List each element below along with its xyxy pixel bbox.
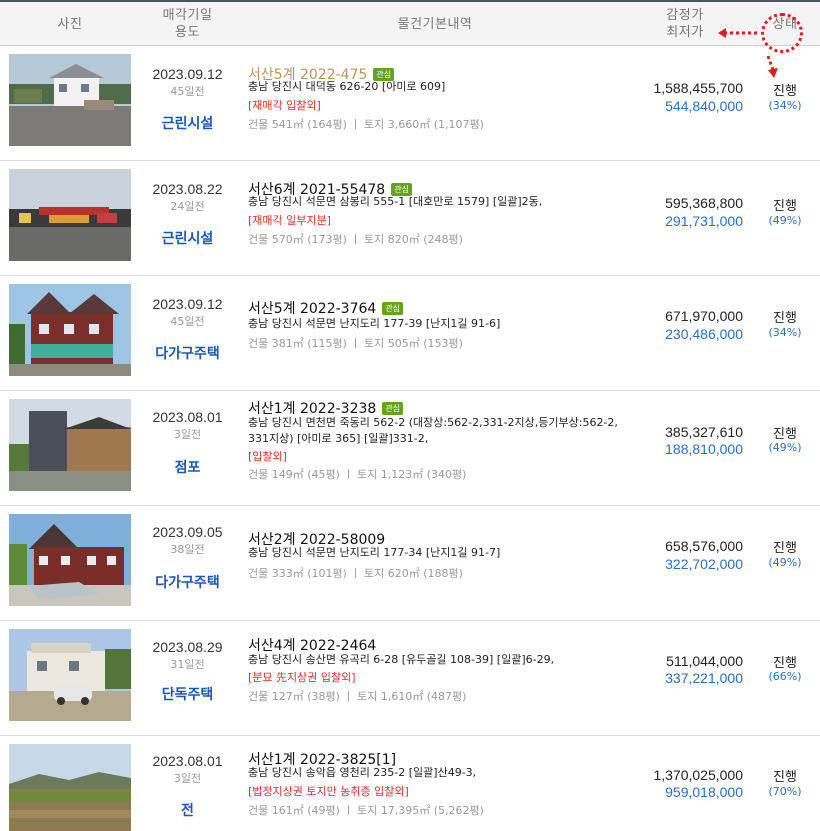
- days-ago: 3일전: [173, 428, 202, 441]
- header-price[interactable]: 감정가 최저가: [635, 2, 735, 46]
- header-usage-label: 용도: [175, 25, 200, 40]
- price-ratio: (49%): [768, 214, 802, 227]
- price-ratio: (70%): [768, 785, 802, 798]
- header-info: 물건기본내역: [397, 16, 473, 32]
- status-label: 진행: [773, 84, 797, 99]
- header-appraised-label: 감정가: [666, 8, 704, 23]
- days-ago: 45일전: [170, 315, 205, 328]
- days-ago: 31일전: [170, 658, 205, 671]
- listing-row[interactable]: 2023.08.01 3일전 점포 서산1계 2022-3238 관심 충남 당진…: [0, 391, 820, 506]
- area-info: 건물 161㎡ (49평) ㅣ 토지 17,395㎡ (5,262평): [248, 804, 484, 817]
- address: 충남 당진시 대덕동 626-20 [아미로 609]: [248, 80, 446, 93]
- minimum-price: 322,702,000: [665, 556, 743, 572]
- sale-date: 2023.08.29: [152, 639, 223, 655]
- property-photo[interactable]: [9, 54, 131, 146]
- sale-date: 2023.09.05: [152, 524, 223, 540]
- price-ratio: (49%): [768, 556, 802, 569]
- interest-tag[interactable]: 관심: [382, 302, 404, 315]
- special-notes: [재매각 일부지분]: [248, 214, 331, 227]
- special-notes: [분묘 先지상권 입찰외]: [248, 671, 356, 684]
- interest-tag[interactable]: 관심: [382, 402, 404, 415]
- area-info: 건물 570㎡ (173평) ㅣ 토지 820㎡ (248평): [248, 233, 463, 246]
- header-date-label: 매각기일: [162, 8, 213, 23]
- usage-type[interactable]: 근린시설: [140, 228, 235, 248]
- header-photo: 사진: [57, 16, 83, 32]
- minimum-price: 188,810,000: [665, 441, 743, 457]
- appraised-price: 1,588,455,700: [653, 80, 743, 96]
- status-label: 진행: [773, 311, 797, 326]
- special-notes: [입찰외]: [248, 450, 287, 463]
- price-ratio: (34%): [768, 99, 802, 112]
- sale-date: 2023.08.22: [152, 181, 223, 197]
- property-photo[interactable]: [9, 399, 131, 491]
- days-ago: 3일전: [173, 772, 202, 785]
- days-ago: 38일전: [170, 543, 205, 556]
- property-photo[interactable]: [9, 284, 131, 376]
- usage-type[interactable]: 전: [140, 800, 235, 820]
- table-header: 사진 매각기일 용도 물건기본내역 감정가 최저가 상태: [0, 0, 820, 46]
- minimum-price: 959,018,000: [665, 784, 743, 800]
- usage-type[interactable]: 근린시설: [140, 113, 235, 133]
- special-notes: [법정지상권 토지만 농취증 입찰외]: [248, 785, 409, 798]
- days-ago: 24일전: [170, 200, 205, 213]
- usage-type[interactable]: 다가구주택: [140, 572, 235, 592]
- listing-row[interactable]: 2023.09.12 45일전 근린시설 서산5계 2022-475 관심 충남 …: [0, 46, 820, 161]
- special-notes: [재매각 입찰외]: [248, 99, 321, 112]
- price-ratio: (34%): [768, 326, 802, 339]
- sale-date: 2023.08.01: [152, 753, 223, 769]
- appraised-price: 511,044,000: [666, 653, 743, 669]
- listing-row[interactable]: 2023.08.22 24일전 근린시설 서산6계 2021-55478 관심 충…: [0, 161, 820, 276]
- area-info: 건물 541㎡ (164평) ㅣ 토지 3,660㎡ (1,107평): [248, 118, 484, 131]
- days-ago: 45일전: [170, 85, 205, 98]
- sale-date: 2023.09.12: [152, 296, 223, 312]
- status-label: 진행: [773, 199, 797, 214]
- property-photo[interactable]: [9, 629, 131, 721]
- price-ratio: (49%): [768, 441, 802, 454]
- address: 충남 당진시 면천면 죽동리 562-2 (대장상:562-2,331-2지상,…: [248, 416, 618, 445]
- property-photo[interactable]: [9, 514, 131, 606]
- address: 충남 당진시 송악읍 영천리 235-2 [일괄]산49-3,: [248, 766, 477, 779]
- status-label: 진행: [773, 427, 797, 442]
- area-info: 건물 381㎡ (115평) ㅣ 토지 505㎡ (153평): [248, 337, 463, 350]
- minimum-price: 544,840,000: [665, 98, 743, 114]
- appraised-price: 385,327,610: [665, 424, 743, 440]
- address: 충남 당진시 송산면 유곡리 6-28 [유두골길 108-39] [일괄]6-…: [248, 653, 555, 666]
- sale-date: 2023.08.01: [152, 409, 223, 425]
- area-info: 건물 127㎡ (38평) ㅣ 토지 1,610㎡ (487평): [248, 690, 467, 703]
- status-label: 진행: [773, 770, 797, 785]
- minimum-price: 337,221,000: [665, 670, 743, 686]
- address: 충남 당진시 석문면 난지도리 177-34 [난지1길 91-7]: [248, 546, 501, 559]
- appraised-price: 595,368,800: [665, 195, 743, 211]
- header-minimum-label: 최저가: [666, 25, 704, 40]
- sale-date: 2023.09.12: [152, 66, 223, 82]
- address: 충남 당진시 석문면 난지도리 177-39 [난지1길 91-6]: [248, 317, 501, 330]
- usage-type[interactable]: 다가구주택: [140, 343, 235, 363]
- case-number-text: 서산5계 2022-3764: [248, 301, 377, 317]
- property-photo[interactable]: [9, 744, 131, 831]
- area-info: 건물 333㎡ (101평) ㅣ 토지 620㎡ (188평): [248, 567, 463, 580]
- usage-type[interactable]: 단독주택: [140, 684, 235, 704]
- case-number[interactable]: 서산5계 2022-3764 관심: [248, 298, 404, 318]
- usage-type[interactable]: 점포: [140, 457, 235, 477]
- price-ratio: (66%): [768, 670, 802, 683]
- listing-row[interactable]: 2023.08.29 31일전 단독주택 서산4계 2022-2464 충남 당…: [0, 621, 820, 736]
- listing-row[interactable]: 2023.08.01 3일전 전 서산1계 2022-3825[1] 충남 당진…: [0, 736, 820, 831]
- minimum-price: 230,486,000: [665, 326, 743, 342]
- header-date-usage[interactable]: 매각기일 용도: [140, 2, 235, 46]
- appraised-price: 1,370,025,000: [653, 767, 743, 783]
- listing-row[interactable]: 2023.09.12 45일전 다가구주택 서산5계 2022-3764 관심 충…: [0, 276, 820, 391]
- appraised-price: 658,576,000: [665, 538, 743, 554]
- appraised-price: 671,970,000: [665, 308, 743, 324]
- area-info: 건물 149㎡ (45평) ㅣ 토지 1,123㎡ (340평): [248, 468, 467, 481]
- listing-row[interactable]: 2023.09.05 38일전 다가구주택 서산2계 2022-58009 충남…: [0, 506, 820, 621]
- left-arrow-icon: [718, 28, 758, 38]
- status-label: 진행: [773, 656, 797, 671]
- address: 충남 당진시 석문면 삼봉리 555-1 [대호만로 1579] [일괄]2동,: [248, 195, 543, 208]
- property-photo[interactable]: [9, 169, 131, 261]
- minimum-price: 291,731,000: [665, 213, 743, 229]
- status-label: 진행: [773, 541, 797, 556]
